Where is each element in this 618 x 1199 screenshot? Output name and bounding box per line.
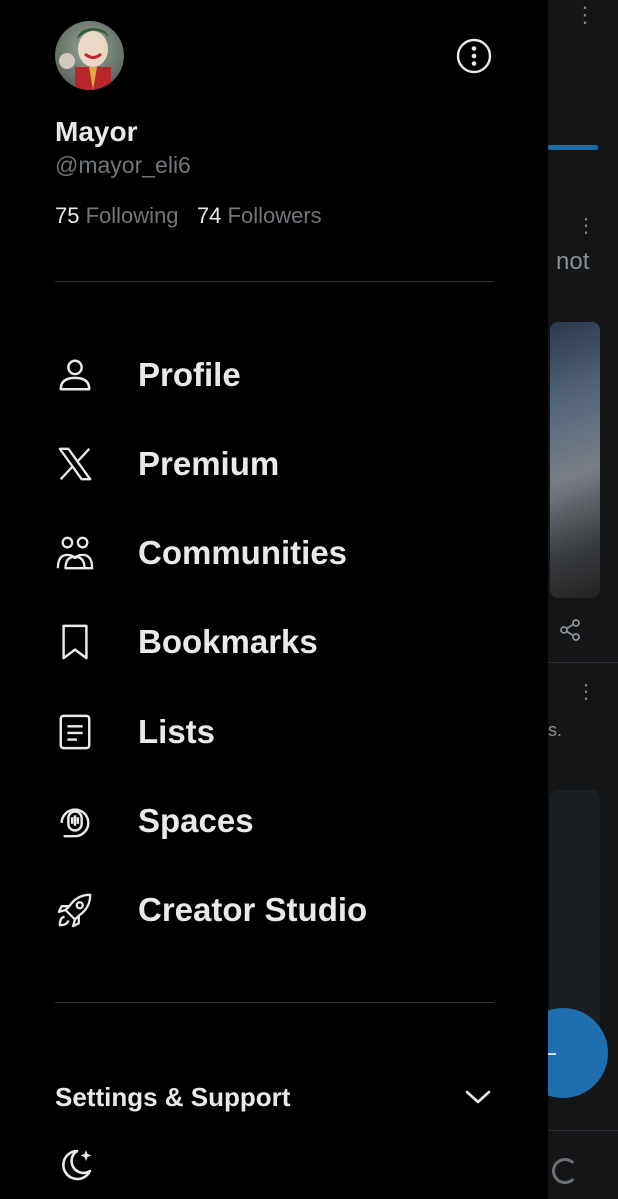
compose-plus-icon [548, 1053, 556, 1055]
menu-label-lists: Lists [138, 713, 216, 750]
bookmark-icon [55, 622, 95, 662]
divider [548, 1130, 618, 1131]
background-post-text: s. [548, 720, 563, 740]
follow-stats: 75 Following 74 Followers [55, 203, 322, 229]
background-timeline: ⋮ ⋮ not ⋮ s. [548, 0, 618, 1199]
navigation-drawer: Mayor @mayor_eli6 75 Following 74 Follow… [0, 0, 548, 1199]
divider [548, 662, 618, 663]
background-post-text: not [556, 248, 590, 275]
loading-spinner-icon [552, 1158, 578, 1184]
following-count: 75 [55, 203, 80, 228]
menu-label-communities: Communities [138, 534, 348, 571]
share-icon[interactable] [558, 618, 582, 642]
more-vertical-icon[interactable]: ⋮ [574, 4, 596, 26]
menu-label-bookmarks: Bookmarks [138, 623, 318, 660]
following-link[interactable]: 75 Following [55, 203, 185, 228]
menu-label-spaces: Spaces [138, 802, 254, 839]
menu-item-premium[interactable]: Premium [0, 434, 548, 494]
menu-item-creator-studio[interactable]: Creator Studio [0, 880, 548, 940]
following-label: Following [85, 203, 179, 228]
followers-label: Followers [227, 203, 322, 228]
communities-icon [55, 533, 95, 573]
divider [55, 281, 494, 282]
tab-underline [548, 145, 598, 150]
settings-support-label: Settings & Support [55, 1082, 291, 1112]
menu-label-creator-studio: Creator Studio [138, 891, 368, 928]
more-vertical-icon[interactable]: ⋮ [576, 682, 596, 702]
x-logo-icon [55, 444, 95, 484]
profile-handle: @mayor_eli6 [55, 152, 191, 178]
menu-item-communities[interactable]: Communities [0, 523, 548, 583]
more-vertical-icon[interactable]: ⋮ [576, 216, 596, 236]
background-post-image [550, 322, 600, 598]
avatar[interactable] [55, 21, 124, 90]
followers-count: 74 [196, 203, 222, 228]
chevron-down-icon[interactable] [463, 1082, 493, 1112]
profile-name[interactable]: Mayor [55, 116, 137, 148]
followers-link[interactable]: 74 Followers [197, 203, 322, 228]
list-icon [55, 712, 95, 752]
menu-item-spaces[interactable]: Spaces [0, 791, 548, 851]
menu-label-profile: Profile [138, 356, 241, 393]
settings-support-toggle[interactable]: Settings & Support [55, 1080, 495, 1116]
display-mode-moon-icon[interactable] [55, 1145, 95, 1185]
menu-item-lists[interactable]: Lists [0, 702, 548, 762]
person-icon [55, 355, 95, 395]
spaces-icon [55, 801, 95, 841]
menu-label-premium: Premium [138, 445, 280, 482]
background-post-image [550, 790, 600, 1030]
rocket-icon [55, 890, 95, 930]
menu-item-profile[interactable]: Profile [0, 345, 548, 405]
divider [55, 1002, 494, 1003]
menu-item-bookmarks[interactable]: Bookmarks [0, 612, 548, 672]
more-options-icon[interactable] [456, 38, 492, 74]
